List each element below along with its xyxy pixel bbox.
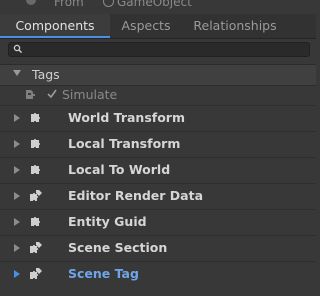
chevron-right-icon[interactable] (14, 166, 20, 174)
from-label: From (54, 0, 84, 9)
chevron-down-icon (13, 70, 21, 76)
component-row-scene-section[interactable]: Scene Section (0, 235, 316, 261)
component-row-world-transform[interactable]: World Transform (0, 105, 316, 131)
component-label: Local Transform (68, 136, 181, 151)
tab-components[interactable]: Components (0, 14, 110, 38)
component-row-entity-guid[interactable]: Entity Guid (0, 209, 316, 235)
puzzle-icon (31, 216, 41, 226)
entity-inspector: From GameObject Components Aspects Relat… (0, 0, 316, 296)
gameobject-icon (103, 0, 114, 7)
inspector-tabs: Components Aspects Relationships (0, 14, 316, 39)
component-label: Local To World (68, 162, 171, 177)
puzzle-icon (31, 112, 41, 122)
chevron-right-icon[interactable] (14, 140, 20, 148)
tags-section-header[interactable]: Tags (0, 64, 316, 86)
chevron-right-icon[interactable] (14, 270, 20, 278)
tab-relationships[interactable]: Relationships (182, 14, 288, 37)
component-row-local-transform[interactable]: Local Transform (0, 131, 316, 157)
component-label: World Transform (68, 110, 185, 125)
source-object-label[interactable]: GameObject (117, 0, 192, 9)
component-label: Entity Guid (68, 214, 147, 229)
chevron-right-icon[interactable] (14, 114, 20, 122)
component-label: Scene Section (68, 240, 168, 255)
search-input[interactable] (8, 42, 310, 57)
component-label: Scene Tag (68, 266, 139, 281)
inspector-source-bar: From GameObject (0, 0, 316, 14)
chevron-right-icon[interactable] (14, 244, 20, 252)
search-icon (13, 44, 23, 54)
chevron-right-icon[interactable] (14, 218, 20, 226)
component-row-scene-tag[interactable]: Scene Tag (0, 261, 316, 287)
component-row-editor-render-data[interactable]: Editor Render Data (0, 183, 316, 209)
shared-puzzle-icon (30, 190, 42, 201)
component-row-local-to-world[interactable]: Local To World (0, 157, 316, 183)
checkmark-icon[interactable] (46, 88, 58, 100)
tags-section-title: Tags (32, 67, 60, 82)
entity-icon (26, 0, 36, 5)
puzzle-icon (31, 138, 41, 148)
tag-item-simulate: Simulate (0, 86, 316, 104)
shared-puzzle-icon (30, 242, 42, 253)
tag-icon (26, 90, 35, 99)
shared-puzzle-icon (30, 268, 42, 279)
simulate-label: Simulate (62, 87, 118, 102)
chevron-right-icon[interactable] (14, 192, 20, 200)
component-label: Editor Render Data (68, 188, 204, 203)
tab-aspects[interactable]: Aspects (110, 14, 182, 37)
puzzle-icon (31, 164, 41, 174)
